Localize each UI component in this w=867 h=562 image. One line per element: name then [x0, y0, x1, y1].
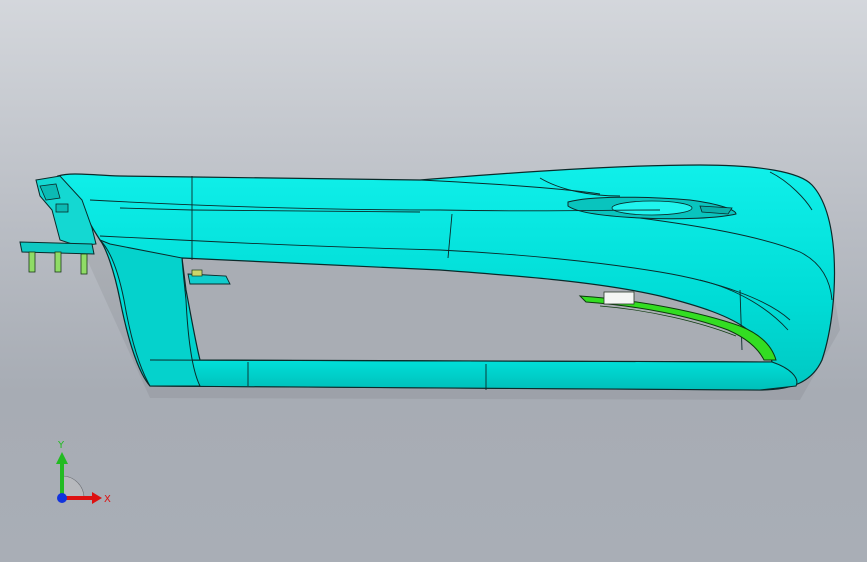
y-axis-head — [56, 452, 68, 464]
clip-detail — [55, 203, 69, 213]
inner-clip-tab — [191, 269, 203, 277]
lamp-washer — [611, 200, 693, 216]
x-axis-label: X — [104, 494, 111, 505]
mount-pin — [28, 251, 36, 273]
coordinate-triad: Y X — [56, 440, 111, 505]
mount-pin — [54, 251, 62, 273]
bumper-model[interactable] — [0, 0, 867, 562]
bumper-lower-lip[interactable] — [149, 359, 798, 391]
z-axis-dot — [57, 493, 67, 503]
x-axis-head — [92, 492, 102, 504]
fog-lamp-label-plate — [603, 291, 635, 305]
mount-pin — [80, 253, 88, 275]
y-axis-label: Y — [57, 440, 65, 451]
graphics-viewport[interactable]: Y X — [0, 0, 867, 562]
